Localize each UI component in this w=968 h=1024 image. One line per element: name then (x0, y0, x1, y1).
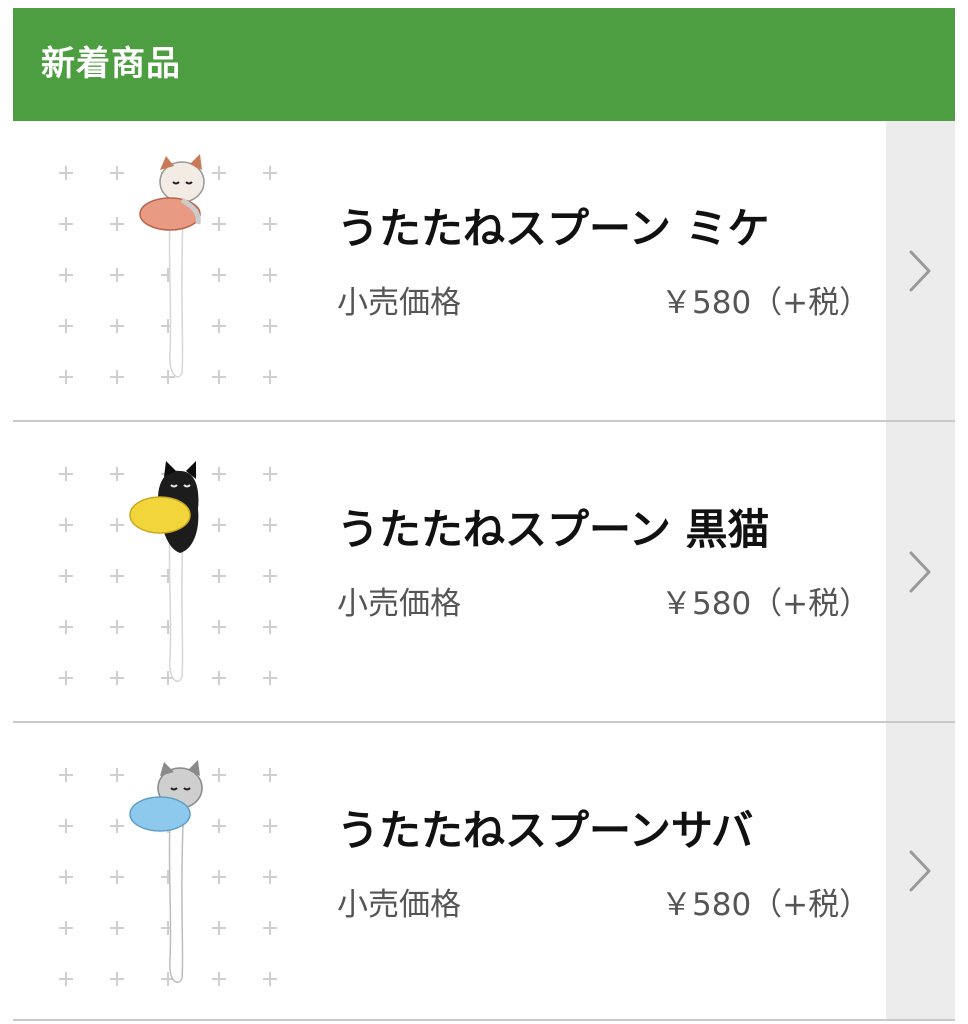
row-arrow[interactable] (886, 422, 955, 721)
page: 新着商品 うたたねスプーン ミケ 小売価格 ￥580（+税） うたたねスプーン … (0, 0, 968, 1024)
product-list: うたたねスプーン ミケ 小売価格 ￥580（+税） うたたねスプーン 黒猫 小売… (13, 121, 955, 1021)
chevron-right-icon (909, 551, 931, 592)
product-name: うたたねスプーンサバ (337, 806, 754, 855)
product-name: うたたねスプーン 黒猫 (337, 505, 770, 554)
price-label: 小売価格 (337, 586, 461, 622)
product-item-mike[interactable]: うたたねスプーン ミケ 小売価格 ￥580（+税） (13, 121, 955, 422)
product-image-saba (40, 750, 286, 996)
price-value: ￥580（+税） (661, 586, 871, 622)
row-arrow[interactable] (886, 121, 955, 420)
spoon-mike-illustration (40, 148, 286, 394)
product-item-kuroneko[interactable]: うたたねスプーン 黒猫 小売価格 ￥580（+税） (13, 422, 955, 723)
chevron-right-icon (909, 850, 931, 892)
product-image-kuroneko (40, 449, 286, 695)
section-header: 新着商品 (13, 8, 955, 121)
product-image-mike (40, 148, 286, 394)
spoon-saba-illustration (40, 750, 286, 996)
section-title: 新着商品 (41, 44, 181, 84)
price-value: ￥580（+税） (661, 285, 871, 321)
product-item-saba[interactable]: うたたねスプーンサバ 小売価格 ￥580（+税） (13, 723, 955, 1021)
price-label: 小売価格 (337, 285, 461, 321)
price-value: ￥580（+税） (661, 887, 871, 923)
price-label: 小売価格 (337, 887, 461, 923)
spoon-kuroneko-illustration (40, 449, 286, 695)
product-name: うたたねスプーン ミケ (337, 204, 770, 253)
chevron-right-icon (909, 250, 931, 291)
row-arrow[interactable] (886, 723, 955, 1019)
